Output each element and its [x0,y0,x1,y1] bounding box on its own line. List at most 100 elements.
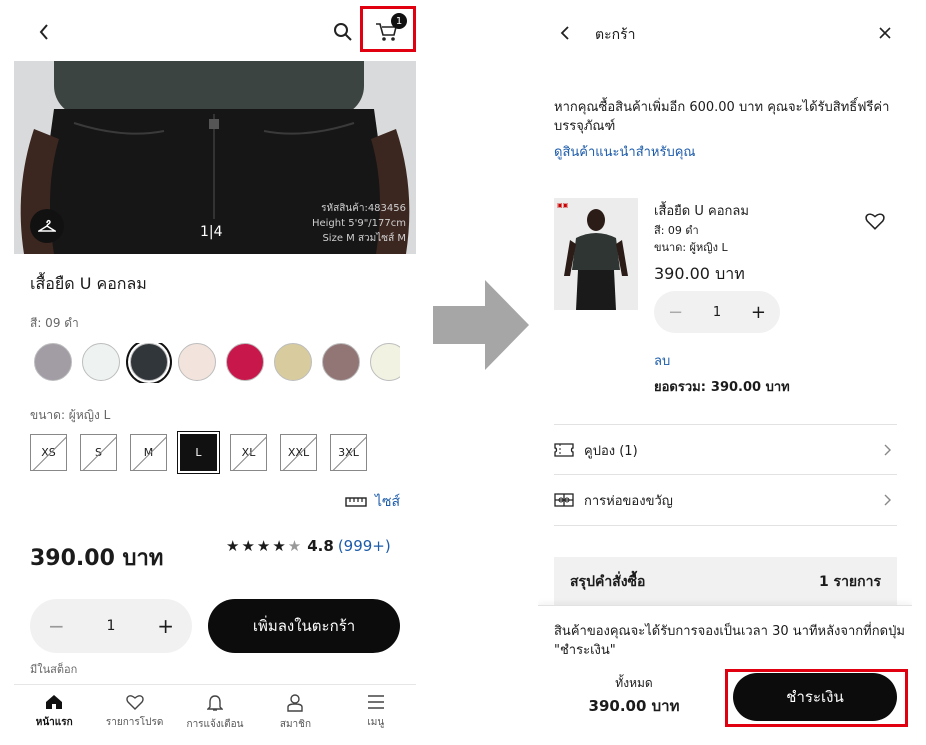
bell-icon [207,695,224,711]
favorite-heart-icon[interactable] [864,211,886,231]
quantity-value: 1 [712,304,722,320]
item-subtotal: ยอดรวม: 390.00 บาท [654,376,790,397]
add-to-cart-button[interactable]: เพิ่มลงในตะกร้า [208,599,400,653]
coupon-row[interactable]: คูปอง (1) [554,425,897,475]
total-label: ทั้งหมด [615,676,653,690]
model-photo: ▣▣ [554,198,638,310]
subtotal-label: ยอดรวม: [654,380,706,395]
model-info-line: รหัสสินค้า:483456 [321,203,406,214]
search-icon[interactable] [332,21,354,43]
product-image-carousel[interactable]: 1|4 รหัสสินค้า:483456 Height 5'9"/177cm … [14,61,416,254]
color-swatches [34,343,400,383]
total-value: 390.00 บาท [588,697,680,715]
ticket-icon [554,443,574,457]
size-options: XS S M L XL XXL 3XL [30,434,367,471]
image-pager: 1|4 [200,224,223,240]
color-swatch[interactable] [370,343,400,381]
cart-item-name[interactable]: เสื้อยืด U คอกลม [654,200,749,221]
rating-count: (999+) [337,537,391,555]
size-option-xxl[interactable]: XXL [280,434,317,471]
page-title: ตะกร้า [595,27,636,43]
tab-label: รายการโปรด [105,717,164,728]
user-icon [287,694,304,712]
color-swatch[interactable] [130,343,168,381]
size-guide-link[interactable]: ไซส์ [345,491,400,513]
product-price: 390.00 บาท [30,546,164,571]
notice-line: บรรจุภัณฑ์ [554,119,616,134]
color-swatch[interactable] [322,343,360,381]
model-info-line: Height 5'9"/177cm [311,218,406,229]
rating-value: 4.8 [307,537,334,555]
remove-link[interactable]: ลบ [654,350,670,371]
rating[interactable]: ★★★★★ 4.8 (999+) [226,537,391,555]
quantity-stepper: − 1 + [30,599,192,653]
chevron-right-icon [884,494,891,506]
size-option-m[interactable]: M [130,434,167,471]
size-option-s[interactable]: S [80,434,117,471]
close-icon[interactable] [878,26,892,40]
size-option-xs[interactable]: XS [30,434,67,471]
size-option-3xl[interactable]: 3XL [330,434,367,471]
divider [554,525,897,526]
back-icon[interactable] [558,24,572,42]
tab-menu[interactable]: เมนู [336,685,416,745]
summary-count: 1 รายการ [818,574,881,590]
hero-shirt-shape [54,61,364,116]
quantity-value: 1 [106,618,116,634]
cart-highlight-box [360,6,416,52]
transition-arrow-icon [433,280,529,370]
svg-text:▣▣: ▣▣ [557,202,568,209]
color-swatch[interactable] [34,343,72,381]
order-summary-header[interactable]: สรุปคำสั่งซื้อ 1 รายการ [554,557,897,607]
size-option-xl[interactable]: XL [230,434,267,471]
recommend-link[interactable]: ดูสินค้าแนะนำสำหรับคุณ [554,143,696,162]
back-icon[interactable] [34,20,54,44]
tab-notifications[interactable]: การแจ้งเตือน [175,685,255,745]
tab-label: เมนู [367,717,385,728]
size-label: ขนาด: ผู้หญิง L [30,408,111,422]
color-swatch[interactable] [178,343,216,381]
notice-line: สินค้าของคุณจะได้รับการจองเป็นเวลา 30 นา… [554,624,905,639]
color-label: สี: 09 ดำ [30,316,79,330]
tab-home[interactable]: หน้าแรก [14,685,94,745]
decrease-button[interactable]: − [668,302,683,323]
gift-wrap-label: การห่อของขวัญ [584,493,673,509]
cart-item-color: สี: 09 ดำ [654,224,699,237]
color-swatch[interactable] [82,343,120,381]
tab-membership[interactable]: สมาชิก [255,685,335,745]
coupon-label: คูปอง (1) [584,443,638,459]
gift-wrap-row[interactable]: การห่อของขวัญ [554,475,897,525]
tab-label: หน้าแรก [35,717,73,728]
heart-icon [125,695,144,710]
summary-label: สรุปคำสั่งซื้อ [570,574,646,590]
free-shipping-notice: หากคุณซื้อสินค้าเพิ่มอีก 600.00 บาท คุณจ… [554,98,904,136]
chevron-right-icon [884,444,891,456]
gift-icon [554,493,574,507]
tab-label: การแจ้งเตือน [186,719,244,730]
increase-button[interactable]: + [751,302,766,323]
tab-label: สมาชิก [279,719,311,730]
reservation-notice: สินค้าของคุณจะได้รับการจองเป็นเวลา 30 นา… [554,622,906,660]
product-detail-screen: 1 1|4 รหัสสินค้า:483456 Height 5'9"/177c… [14,0,416,745]
checkout-highlight-box [725,669,908,727]
color-swatch[interactable] [226,343,264,381]
size-option-l[interactable]: L [180,434,217,471]
cart-item-size: ขนาด: ผู้หญิง L [654,241,728,254]
home-icon [46,695,63,709]
tab-favorites[interactable]: รายการโปรด [94,685,174,745]
product-title: เสื้อยืด U คอกลม [30,274,147,293]
size-guide-label: ไซส์ [375,494,401,510]
model-info-line: Size M สวมไซส์ M [322,233,406,244]
cart-item-image[interactable]: ▣▣ [554,198,638,310]
rating-stars-icon: ★★★★★ [226,537,304,555]
menu-icon [367,695,384,709]
cart-item-price: 390.00 บาท [654,264,745,283]
stock-status: มีในสต็อก [30,663,78,676]
cart-screen: ตะกร้า หากคุณซื้อสินค้าเพิ่มอีก 600.00 บ… [538,0,912,745]
hanger-icon[interactable] [30,209,64,243]
increase-button[interactable]: + [157,614,174,638]
subtotal-value: 390.00 บาท [710,380,790,395]
cart-quantity-stepper: − 1 + [654,291,780,333]
decrease-button[interactable]: − [48,614,65,638]
color-swatch[interactable] [274,343,312,381]
